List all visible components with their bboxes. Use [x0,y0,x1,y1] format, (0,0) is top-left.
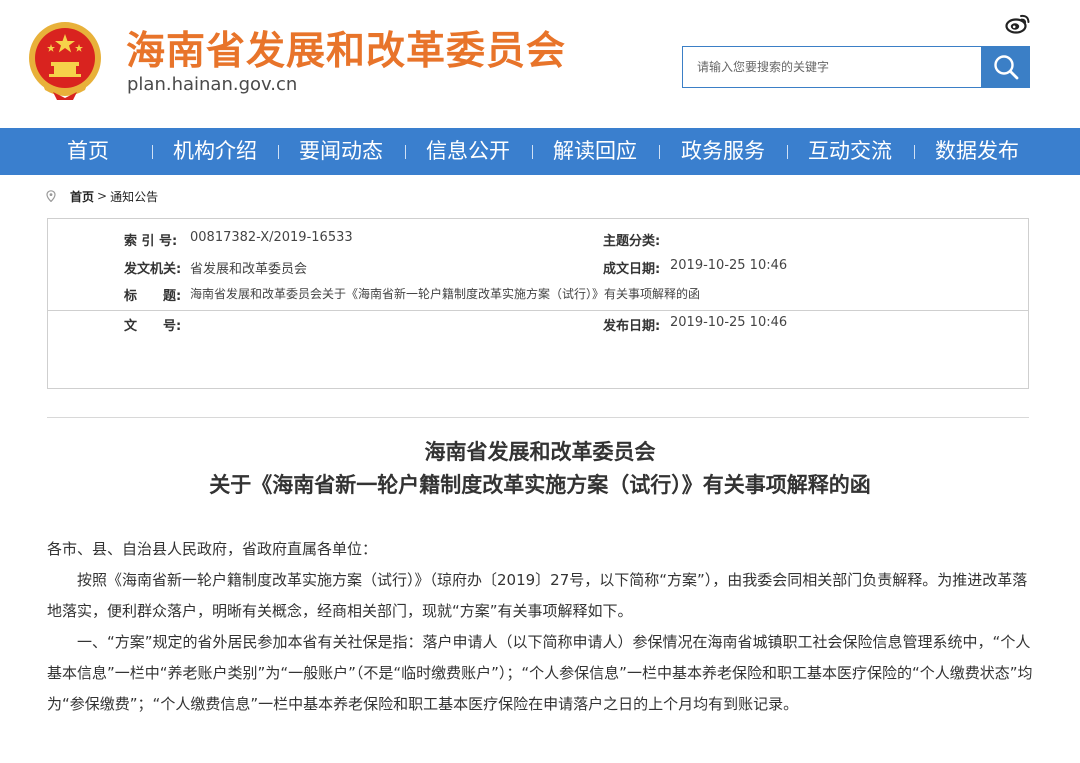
document-info-table: 索 引 号: 00817382-X/2019-16533 主题分类: 发文机关:… [47,218,1029,389]
created-date-value: 2019-10-25 10:46 [670,258,788,273]
content-divider [47,417,1029,418]
nav-separator [152,145,153,159]
topic-label: 主题分类: [603,234,661,249]
nav-separator [787,145,788,159]
issuer-label: 发文机关: [124,262,182,277]
site-title[interactable]: 海南省发展和改革委员会 [126,20,566,76]
nav-item-home[interactable]: 首页 [67,128,109,175]
table-divider [48,310,1028,311]
search-box [682,46,982,88]
nav-item-disclosure[interactable]: 信息公开 [426,128,510,175]
article-title-line1: 海南省发展和改革委员会 [424,439,656,464]
national-emblem-icon[interactable] [27,18,103,102]
article-title-line2: 关于《海南省新一轮户籍制度改革实施方案（试行）》有关事项解释的函 [209,472,871,497]
nav-separator [914,145,915,159]
nav-item-interpretation[interactable]: 解读回应 [553,128,637,175]
breadcrumb-current[interactable]: 通知公告 [110,188,158,205]
nav-separator [405,145,406,159]
nav-separator [532,145,533,159]
nav-separator [278,145,279,159]
search-button[interactable] [982,46,1030,88]
index-number-value: 00817382-X/2019-16533 [190,230,353,245]
doc-number-label: 文 号: [124,319,182,334]
main-nav: 首页 机构介绍 要闻动态 信息公开 解读回应 政务服务 互动交流 数据发布 [0,128,1080,175]
breadcrumb-home-link[interactable]: 首页 [70,188,94,205]
article-body: 各市、县、自治县人民政府，省政府直属各单位： 按照《海南省新一轮户籍制度改革实施… [47,534,1033,720]
nav-item-services[interactable]: 政务服务 [681,128,765,175]
article-paragraph: 按照《海南省新一轮户籍制度改革实施方案（试行）》（琼府办〔2019〕27号，以下… [47,571,1028,620]
search-icon [994,55,1019,80]
nav-item-news[interactable]: 要闻动态 [299,128,383,175]
nav-item-data[interactable]: 数据发布 [935,128,1019,175]
index-number-label: 索 引 号: [124,234,178,249]
doc-title-label: 标 题: [124,289,182,304]
doc-title-value: 海南省发展和改革委员会关于《海南省新一轮户籍制度改革实施方案（试行）》有关事项解… [190,287,701,301]
breadcrumb: 首页 > 通知公告 [46,188,158,204]
article-paragraph: 一、“方案”规定的省外居民参加本省有关社保是指：落户申请人（以下简称申请人）参保… [47,633,1033,713]
published-date-label: 发布日期: [603,319,661,334]
created-date-label: 成文日期: [603,262,661,277]
weibo-icon[interactable] [1005,12,1031,34]
issuer-value: 省发展和改革委员会 [190,262,308,277]
article-salutation: 各市、县、自治县人民政府，省政府直属各单位： [47,540,378,558]
breadcrumb-arrow: > [97,189,108,203]
site-url[interactable]: plan.hainan.gov.cn [127,74,297,95]
site-header: 海南省发展和改革委员会 plan.hainan.gov.cn [0,0,1080,128]
published-date-value: 2019-10-25 10:46 [670,315,788,330]
location-pin-icon [46,190,56,202]
nav-item-about[interactable]: 机构介绍 [173,128,257,175]
search-input[interactable] [697,60,981,74]
nav-separator [659,145,660,159]
nav-item-interaction[interactable]: 互动交流 [808,128,892,175]
